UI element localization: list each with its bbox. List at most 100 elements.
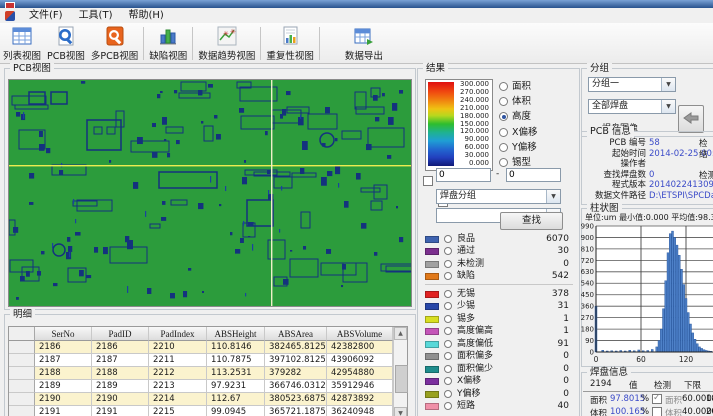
toolbar-button-5[interactable]: ✳✳数据趋势视图 [195,24,258,62]
metric-radio-2[interactable]: 体积 [499,93,531,107]
table-cell[interactable]: 2215 [149,406,207,416]
metric-radio-4[interactable]: X偏移 [499,124,538,138]
table-cell[interactable]: 112.67 [207,393,265,406]
table-cell[interactable]: 99.0945 [207,406,265,416]
table-cell[interactable]: 36240948 [327,406,393,416]
stat-row-锡多[interactable]: 锡多1 [425,314,573,326]
table-cell[interactable]: 382465.8125 [265,341,327,354]
pad-check-checkbox[interactable] [652,407,662,416]
radio-icon[interactable] [444,315,452,323]
radio-icon[interactable] [444,235,452,243]
table-cell[interactable]: 2191 [35,406,92,416]
pcb-board-canvas[interactable] [8,79,412,307]
chevron-down-icon[interactable]: ▼ [661,78,675,91]
table-cell[interactable]: 365721.1875 [265,406,327,416]
stat-row-缺陷[interactable]: 缺陷542 [425,271,573,283]
toolbar-button-4[interactable]: 缺陷视图 [146,24,190,62]
radio-icon[interactable] [444,260,452,268]
metric-radio-3[interactable]: 高度 [499,108,531,122]
table-cell[interactable]: 2187 [92,354,149,367]
find-button[interactable]: 查找 [500,212,563,230]
table-cell[interactable]: 2214 [149,393,207,406]
table-cell[interactable]: 2212 [149,367,207,380]
stat-row-面积偏少[interactable]: 面积偏少0 [425,364,573,376]
stat-row-少锡[interactable]: 少锡31 [425,301,573,313]
scroll-up-button[interactable]: ▲ [394,327,407,340]
toolbar-button-6[interactable]: 重复性视图 [263,24,317,62]
table-row[interactable]: 218721872211110.7875397102.812543906092 [9,354,407,367]
stat-row-X偏移[interactable]: X偏移0 [425,376,573,388]
scrollbar-thumb[interactable] [395,365,408,393]
menu-file[interactable]: 文件(F) [21,8,71,23]
back-arrow-button[interactable] [678,105,704,133]
radio-icon[interactable] [499,112,508,121]
column-header-ABSArea[interactable]: ABSArea [265,327,327,341]
stat-row-Y偏移[interactable]: Y偏移0 [425,389,573,401]
range-max-input[interactable] [506,168,561,182]
menu-help[interactable]: 帮助(H) [120,8,171,23]
column-header-SerNo[interactable]: SerNo [35,327,92,341]
table-cell[interactable]: 2189 [35,380,92,393]
table-cell[interactable]: 110.8146 [207,341,265,354]
radio-icon[interactable] [499,158,508,167]
table-cell[interactable]: 2189 [92,380,149,393]
radio-icon[interactable] [444,377,452,385]
stat-row-面积偏多[interactable]: 面积偏多0 [425,351,573,363]
radio-icon[interactable] [444,365,452,373]
table-cell[interactable]: 2187 [35,354,92,367]
stat-row-高度偏高[interactable]: 高度偏高1 [425,326,573,338]
group-select-combo[interactable]: 分组一 ▼ [588,77,676,92]
table-cell[interactable]: 366746.0312 [265,380,327,393]
table-cell[interactable]: 2186 [35,341,92,354]
menu-tools[interactable]: 工具(T) [71,8,121,23]
table-cell[interactable]: 2190 [35,393,92,406]
table-row[interactable]: 21892189221397.9231366746.031235912946 [9,380,407,393]
table-cell[interactable]: 397102.8125 [265,354,327,367]
table-cell[interactable]: 2213 [149,380,207,393]
column-header-PadID[interactable]: PadID [92,327,149,341]
pad-check-checkbox[interactable] [652,394,662,404]
table-cell[interactable]: 113.2531 [207,367,265,380]
metric-radio-5[interactable]: Y偏移 [499,139,537,153]
table-cell[interactable]: 97.9231 [207,380,265,393]
radio-icon[interactable] [499,97,508,106]
toolbar-button-1[interactable]: 列表视图 [0,24,44,62]
table-cell[interactable]: 2188 [35,367,92,380]
stat-row-未检测[interactable]: 未检测0 [425,259,573,271]
chevron-down-icon[interactable]: ▼ [661,100,675,113]
scroll-down-button[interactable]: ▼ [394,407,407,416]
metric-radio-6[interactable]: 锡型 [499,154,531,168]
table-cell[interactable]: 42873892 [327,393,393,406]
radio-icon[interactable] [444,272,452,280]
table-cell[interactable]: 2190 [92,393,149,406]
detail-table-scrollbar[interactable]: ▲▼ [393,327,407,416]
stat-row-短路[interactable]: 短路40 [425,401,573,413]
toolbar-button-3[interactable]: 多PCB视图 [88,24,141,62]
radio-icon[interactable] [499,128,508,137]
radio-icon[interactable] [499,82,508,91]
table-cell[interactable]: 35912946 [327,380,393,393]
radio-icon[interactable] [444,327,452,335]
table-cell[interactable]: 42382800 [327,341,393,354]
chevron-down-icon[interactable]: ▼ [546,190,560,203]
stat-row-良品[interactable]: 良品6070 [425,234,573,246]
column-header-PadIndex[interactable]: PadIndex [149,327,207,341]
stat-row-通过[interactable]: 通过30 [425,246,573,258]
stat-row-高度偏低[interactable]: 高度偏低91 [425,339,573,351]
table-cell[interactable]: 43906092 [327,354,393,367]
table-cell[interactable]: 2191 [92,406,149,416]
radio-icon[interactable] [444,340,452,348]
table-cell[interactable]: 2210 [149,341,207,354]
radio-icon[interactable] [444,302,452,310]
radio-icon[interactable] [499,143,508,152]
radio-icon[interactable] [444,402,452,410]
table-cell[interactable]: 2186 [92,341,149,354]
toolbar-button-7[interactable]: 数据导出 [342,24,386,62]
range-filter-checkbox[interactable] [423,176,433,186]
range-min-input[interactable] [436,168,491,182]
detail-table[interactable]: SerNoPadIDPadIndexABSHeightABSAreaABSVol… [8,326,408,416]
radio-icon[interactable] [444,290,452,298]
table-row[interactable]: 218821882212113.253137928242954880 [9,367,407,380]
table-cell[interactable]: 42954880 [327,367,393,380]
stat-row-无锡[interactable]: 无锡378 [425,289,573,301]
